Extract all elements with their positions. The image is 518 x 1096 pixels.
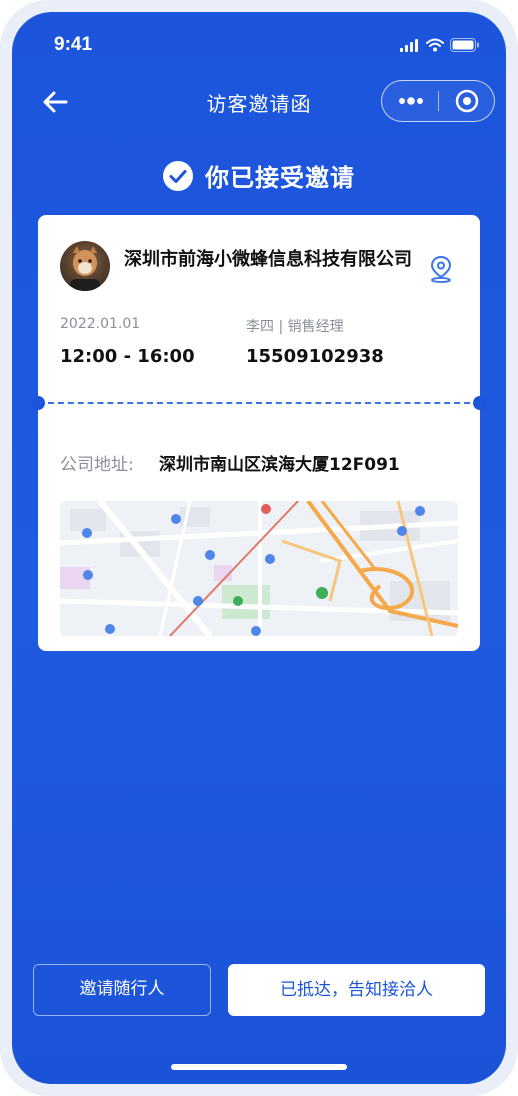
avatar (60, 241, 110, 291)
wifi-icon (426, 38, 444, 52)
contact-phone[interactable]: 15509102938 (246, 346, 384, 367)
more-button[interactable] (382, 81, 438, 121)
accepted-status: 你已接受邀请 (12, 158, 506, 193)
visit-date: 2022.01.01 (60, 316, 141, 332)
target-close-icon (455, 89, 479, 113)
location-button[interactable] (428, 255, 454, 283)
visit-time-range: 12:00 - 16:00 (60, 346, 195, 367)
screen: 9:41 访客邀请函 你已接受邀请 深圳市前海小微蜂信息科技有限公司 2022.… (12, 12, 506, 1084)
signal-icon (400, 39, 418, 52)
mini-program-capsule (381, 80, 495, 122)
map-preview[interactable] (60, 501, 458, 636)
accepted-text: 你已接受邀请 (205, 164, 355, 192)
capsule-divider (438, 91, 439, 111)
invite-companion-button[interactable]: 邀请随行人 (33, 964, 211, 1016)
status-icons (400, 38, 480, 52)
close-button[interactable] (440, 81, 494, 121)
location-pin-icon (430, 255, 452, 283)
check-circle-icon (163, 160, 193, 191)
home-indicator (171, 1064, 347, 1070)
ticket-divider (48, 402, 470, 404)
ticket-notch-left (31, 396, 45, 410)
invitation-card: 深圳市前海小微蜂信息科技有限公司 2022.01.01 12:00 - 16:0… (31, 215, 487, 651)
status-time: 9:41 (54, 34, 93, 55)
arrived-notify-button[interactable]: 已抵达，告知接洽人 (228, 964, 485, 1016)
company-name: 深圳市前海小微蜂信息科技有限公司 (124, 249, 412, 270)
device-frame: 9:41 访客邀请函 你已接受邀请 深圳市前海小微蜂信息科技有限公司 2022.… (0, 0, 518, 1096)
more-dots-icon (399, 97, 423, 105)
contact-person: 李四 | 销售经理 (246, 319, 344, 335)
address-value: 深圳市南山区滨海大厦12F091 (159, 455, 400, 475)
ticket-notch-right (473, 396, 487, 410)
battery-icon (450, 38, 479, 52)
address-label: 公司地址: (60, 455, 134, 475)
